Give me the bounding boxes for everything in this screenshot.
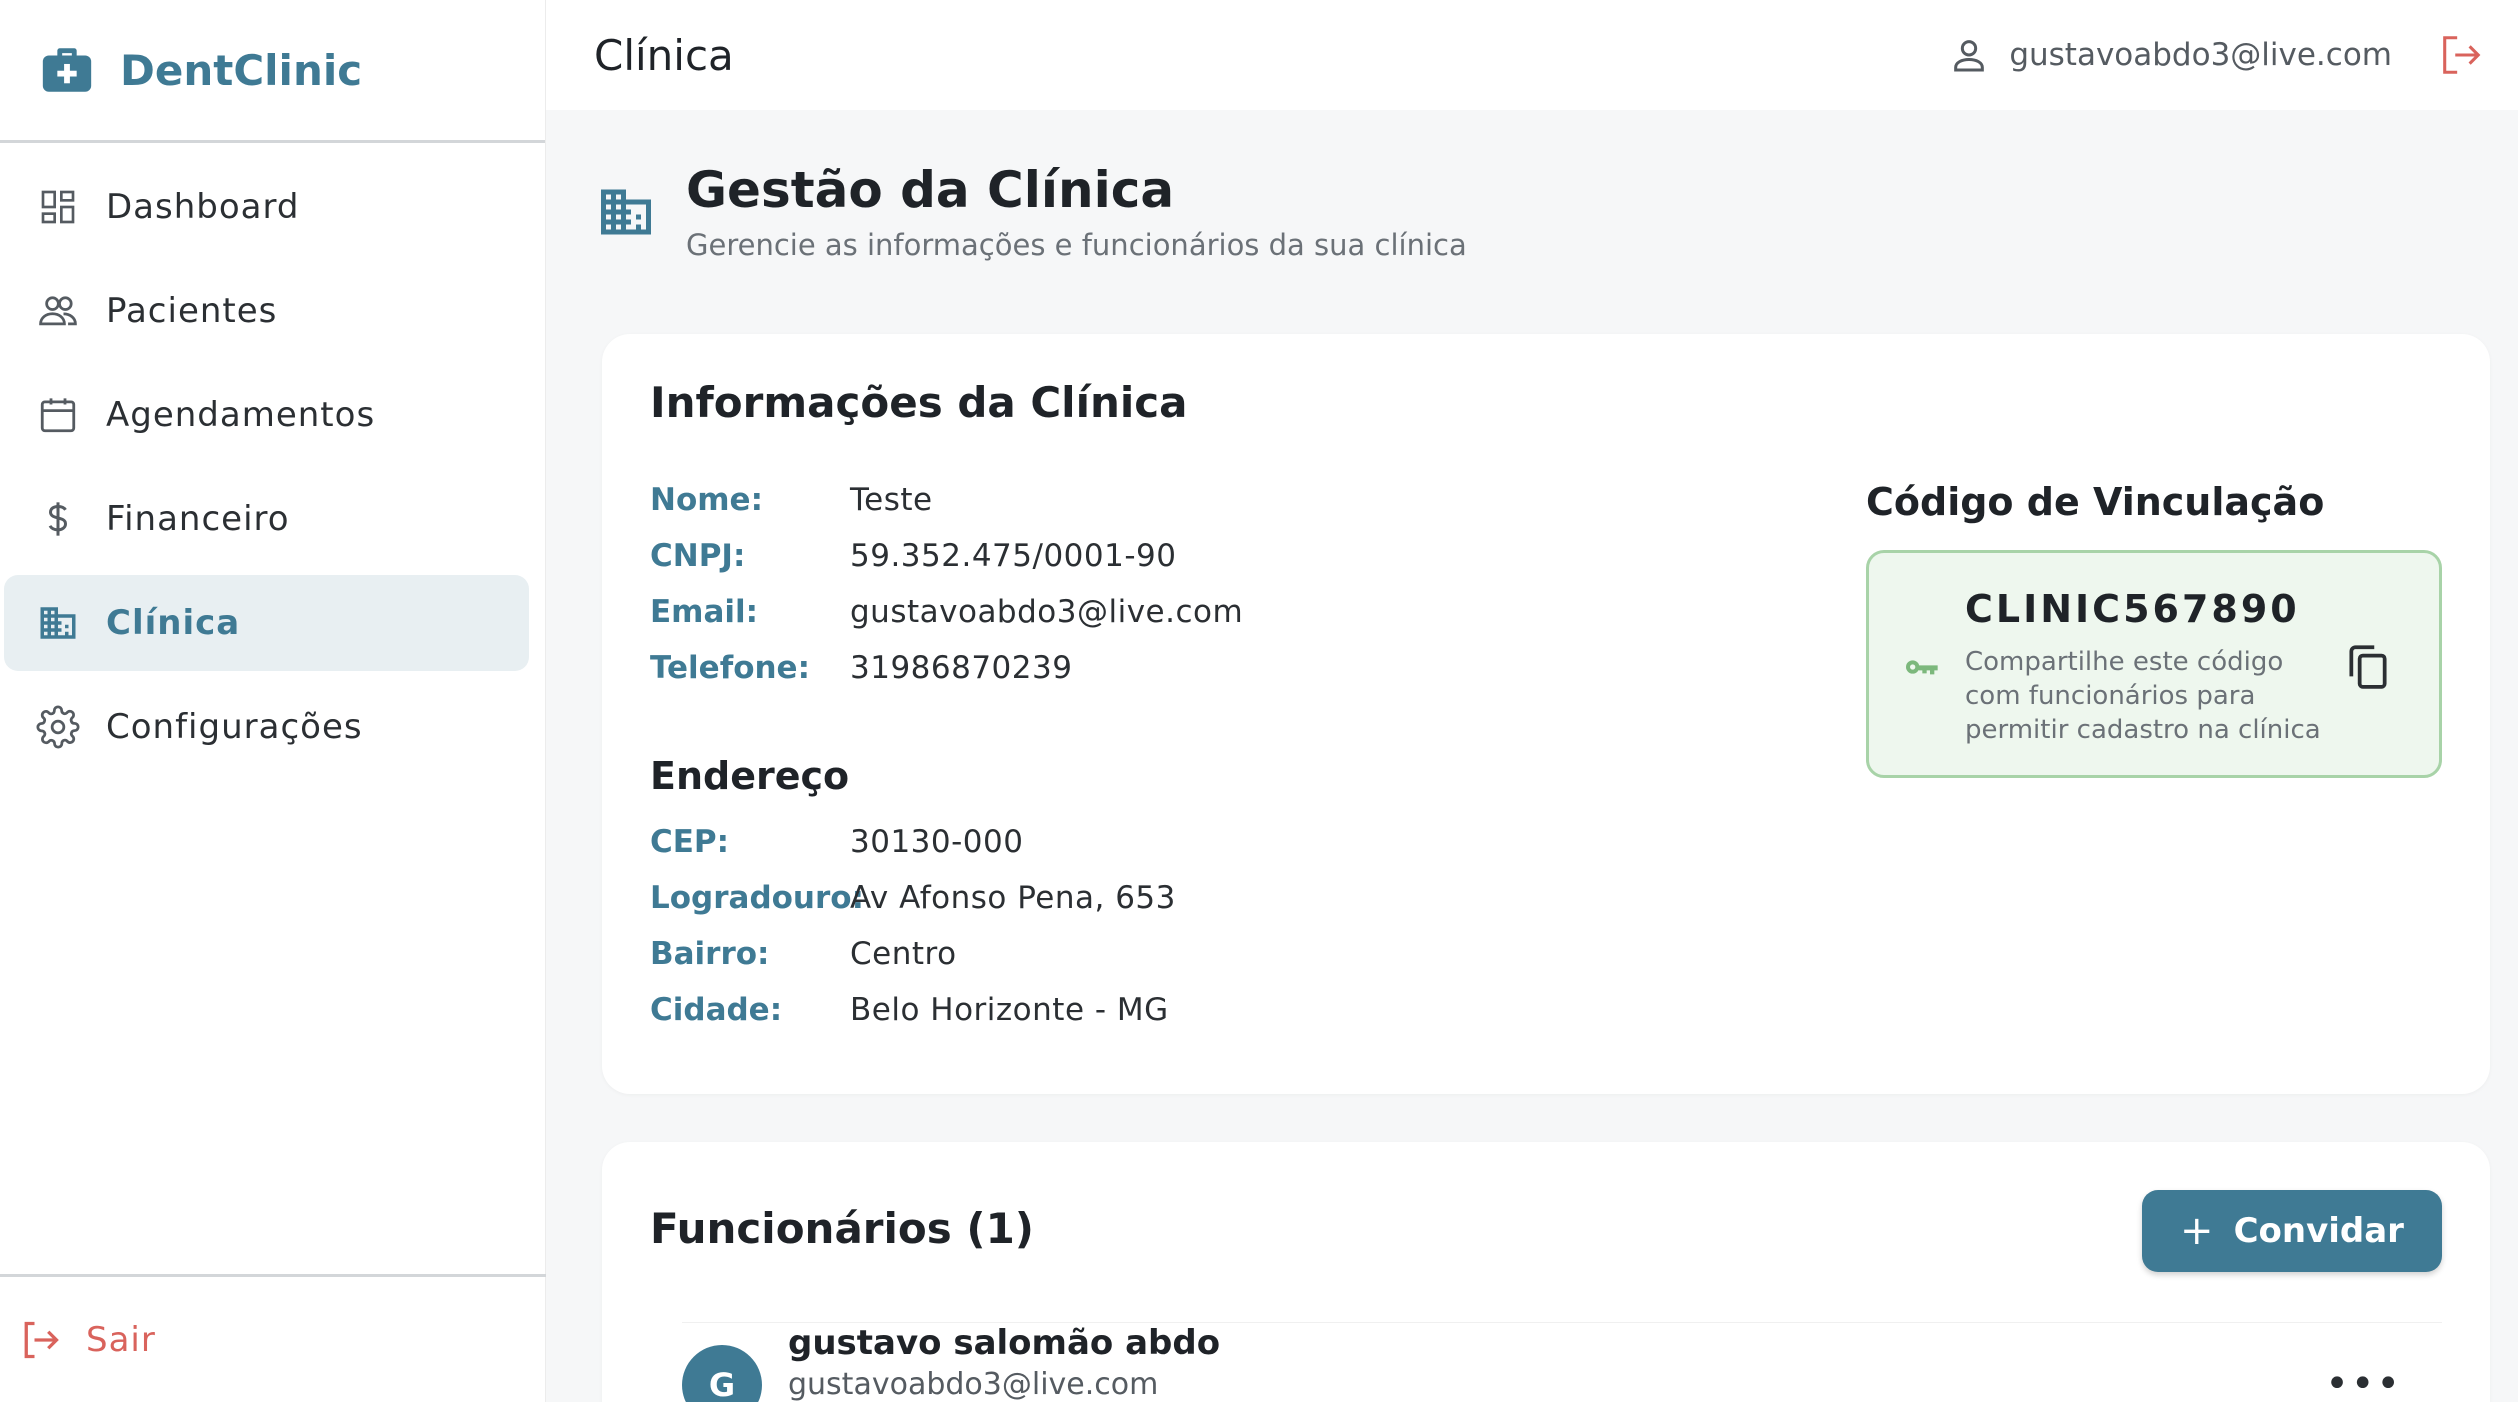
field-value: Teste bbox=[850, 482, 933, 518]
topbar-title: Clínica bbox=[594, 30, 734, 80]
address-row-cep: CEP: 30130-000 bbox=[650, 820, 1023, 864]
sidebar-item-label: Agendamentos bbox=[106, 395, 376, 435]
sidebar-item-label: Financeiro bbox=[106, 499, 290, 539]
avatar: G bbox=[682, 1345, 762, 1402]
link-code-title: Código de Vinculação bbox=[1866, 480, 2325, 524]
gear-icon bbox=[36, 705, 80, 749]
field-label: CEP: bbox=[650, 824, 730, 860]
link-code-description: Compartilhe este código com funcionários… bbox=[1965, 647, 2321, 745]
users-icon bbox=[36, 289, 80, 333]
page-header: Gestão da Clínica Gerencie as informaçõe… bbox=[596, 160, 1467, 262]
field-label: Cidade: bbox=[650, 992, 783, 1028]
copy-icon[interactable] bbox=[2343, 641, 2393, 691]
field-label: Telefone: bbox=[650, 650, 810, 686]
logout-label: Sair bbox=[86, 1319, 156, 1360]
field-value: gustavoabdo3@live.com bbox=[850, 594, 1244, 630]
staff-email: gustavoabdo3@live.com bbox=[788, 1367, 1159, 1402]
address-title: Endereço bbox=[650, 754, 850, 798]
sidebar-item-agendamentos[interactable]: Agendamentos bbox=[4, 367, 529, 463]
calendar-icon bbox=[36, 393, 80, 437]
plus-icon: + bbox=[2180, 1208, 2214, 1254]
clinic-info-title: Informações da Clínica bbox=[650, 378, 1188, 427]
user-email: gustavoabdo3@live.com bbox=[2009, 37, 2392, 73]
staff-title: Funcionários (1) bbox=[650, 1204, 1034, 1253]
more-options-icon[interactable]: ••• bbox=[2325, 1361, 2402, 1402]
logout-icon bbox=[18, 1318, 62, 1362]
field-label: CNPJ: bbox=[650, 538, 746, 574]
sidebar-footer: Sair bbox=[0, 1274, 546, 1402]
building-icon bbox=[601, 189, 651, 235]
dollar-icon bbox=[36, 497, 80, 541]
user-area: gustavoabdo3@live.com bbox=[1949, 32, 2518, 78]
topbar: Clínica gustavoabdo3@live.com bbox=[546, 0, 2518, 110]
user-icon bbox=[1954, 40, 1985, 72]
invite-button[interactable]: + Convidar bbox=[2142, 1190, 2442, 1272]
key-icon bbox=[1906, 660, 1938, 675]
address-row-logradouro: Logradouro: Av Afonso Pena, 653 bbox=[650, 876, 1176, 920]
sidebar-item-financeiro[interactable]: Financeiro bbox=[4, 471, 529, 567]
medical-kit-icon bbox=[42, 48, 92, 92]
address-row-bairro: Bairro: Centro bbox=[650, 932, 957, 976]
sidebar-item-label: Pacientes bbox=[106, 291, 278, 331]
building-icon bbox=[36, 601, 80, 645]
field-value: 31986870239 bbox=[850, 650, 1073, 686]
staff-name: gustavo salomão abdo bbox=[788, 1323, 1221, 1363]
page-title: Gestão da Clínica bbox=[686, 161, 1175, 219]
sidebar-item-label: Dashboard bbox=[106, 187, 300, 227]
sidebar-item-pacientes[interactable]: Pacientes bbox=[4, 263, 529, 359]
sidebar-logout-button[interactable]: Sair bbox=[18, 1318, 156, 1362]
sidebar-item-configuracoes[interactable]: Configurações bbox=[4, 679, 529, 775]
sidebar-item-label: Clínica bbox=[106, 603, 241, 643]
field-value: Av Afonso Pena, 653 bbox=[850, 880, 1176, 916]
brand-name: DentClinic bbox=[120, 45, 363, 95]
dashboard-icon bbox=[36, 185, 80, 229]
info-row-nome: Nome: Teste bbox=[650, 478, 933, 522]
link-code-box: CLINIC567890 Compartilhe este código com… bbox=[1866, 550, 2442, 778]
address-row-cidade: Cidade: Belo Horizonte - MG bbox=[650, 988, 1169, 1032]
logout-icon[interactable] bbox=[2438, 32, 2484, 78]
field-value: 30130-000 bbox=[850, 824, 1024, 860]
sidebar-item-dashboard[interactable]: Dashboard bbox=[4, 159, 529, 255]
field-label: Logradouro: bbox=[650, 880, 864, 916]
page-subtitle: Gerencie as informações e funcionários d… bbox=[686, 228, 1467, 262]
info-row-email: Email: gustavoabdo3@live.com bbox=[650, 590, 1243, 634]
field-label: Nome: bbox=[650, 482, 763, 518]
link-code-value: CLINIC567890 bbox=[1965, 587, 2300, 631]
sidebar-item-clinica[interactable]: Clínica bbox=[4, 575, 529, 671]
field-label: Bairro: bbox=[650, 936, 770, 972]
list-item[interactable]: G gustavo salomão abdo gustavoabdo3@live… bbox=[682, 1322, 2442, 1402]
sidebar-item-label: Configurações bbox=[106, 707, 363, 747]
field-label: Email: bbox=[650, 594, 759, 630]
field-value: Centro bbox=[850, 936, 957, 972]
info-row-telefone: Telefone: 31986870239 bbox=[650, 646, 1072, 690]
info-row-cnpj: CNPJ: 59.352.475/0001-90 bbox=[650, 534, 1176, 578]
invite-label: Convidar bbox=[2233, 1211, 2404, 1251]
field-value: 59.352.475/0001-90 bbox=[850, 538, 1177, 574]
field-value: Belo Horizonte - MG bbox=[850, 992, 1169, 1028]
staff-card: Funcionários (1) + Convidar G gustavo sa… bbox=[602, 1142, 2490, 1402]
clinic-info-card: Informações da Clínica Nome: Teste CNPJ:… bbox=[602, 334, 2490, 1094]
sidebar-nav: Dashboard Pacientes Agendamentos Finance… bbox=[0, 143, 545, 775]
sidebar: DentClinic Dashboard Pacientes Agendamen… bbox=[0, 0, 546, 1402]
brand[interactable]: DentClinic bbox=[0, 0, 545, 143]
